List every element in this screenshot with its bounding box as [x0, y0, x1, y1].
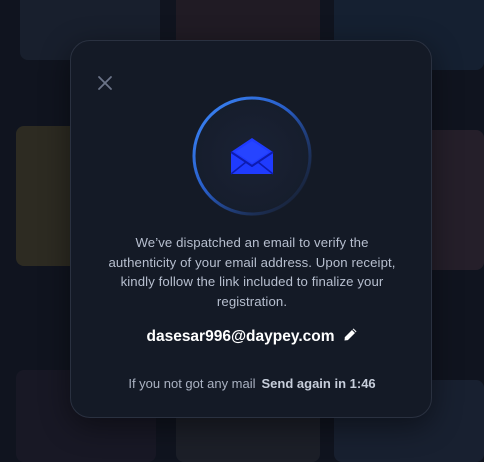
- close-icon: [98, 76, 112, 90]
- close-button[interactable]: [95, 73, 115, 93]
- send-again-button[interactable]: Send again in 1:46: [262, 376, 376, 391]
- resend-row: If you not got any mail Send again in 1:4…: [71, 376, 433, 391]
- email-row: dasesar996@daypey.com: [71, 327, 433, 347]
- resend-hint: If you not got any mail: [128, 376, 256, 391]
- email-verification-modal: We’ve dispatched an email to verify the …: [70, 40, 432, 418]
- edit-email-button[interactable]: [343, 327, 358, 347]
- verification-message: We’ve dispatched an email to verify the …: [108, 235, 396, 309]
- email-icon-badge: [192, 96, 312, 216]
- page-backdrop: We’ve dispatched an email to verify the …: [0, 0, 484, 462]
- pencil-icon: [344, 328, 357, 341]
- envelope-open-icon: [230, 138, 274, 175]
- email-address: dasesar996@daypey.com: [146, 328, 335, 345]
